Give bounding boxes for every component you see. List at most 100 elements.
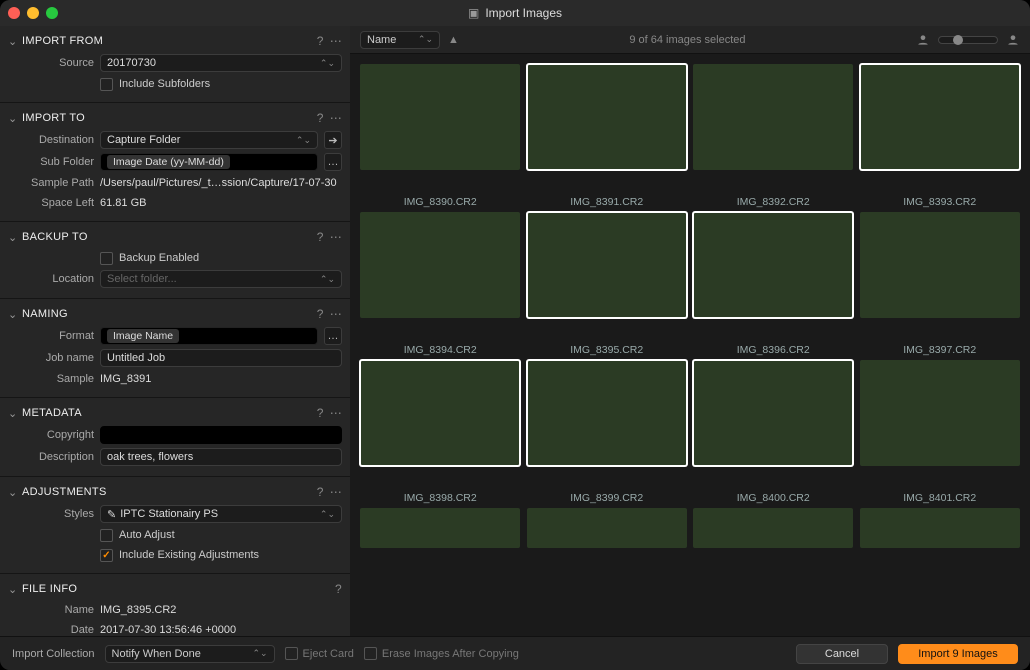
thumbnail[interactable] (527, 508, 688, 548)
eject-card-label: Eject Card (303, 648, 354, 660)
title-bar: ▣ Import Images (0, 0, 1030, 26)
edit-icon[interactable]: … (324, 327, 342, 345)
eject-card-option[interactable]: Eject Card (285, 647, 354, 660)
thumbnail[interactable]: IMG_8390.CR2 (360, 64, 521, 208)
thumbnail-image[interactable] (860, 64, 1020, 170)
thumbnail[interactable]: IMG_8399.CR2 (527, 360, 688, 504)
include-subfolders-label: Include Subfolders (119, 78, 210, 90)
include-existing-checkbox[interactable] (100, 549, 113, 562)
cancel-button[interactable]: Cancel (796, 644, 888, 664)
panel-title: ADJUSTMENTS (22, 486, 311, 498)
location-placeholder: Select folder... (107, 273, 177, 285)
sort-select[interactable]: Name ⌃⌄ (360, 31, 440, 49)
erase-after-option[interactable]: Erase Images After Copying (364, 647, 519, 660)
sort-value: Name (367, 34, 396, 46)
chevron-down-icon[interactable]: ⌄ (8, 308, 18, 321)
thumbnail[interactable]: IMG_8396.CR2 (693, 212, 854, 356)
edit-icon[interactable]: … (324, 153, 342, 171)
copyright-input[interactable] (100, 426, 342, 444)
source-select[interactable]: 20170730 ⌃⌄ (100, 54, 342, 72)
help-icon[interactable]: ? (317, 406, 324, 420)
space-left-value: 61.81 GB (100, 197, 342, 209)
thumbnail-image[interactable] (527, 212, 687, 318)
thumbnail[interactable]: IMG_8391.CR2 (527, 64, 688, 208)
sub-folder-token: Image Date (yy-MM-dd) (107, 155, 230, 169)
thumbnail[interactable]: IMG_8400.CR2 (693, 360, 854, 504)
more-icon[interactable]: ⋯ (330, 111, 342, 125)
more-icon[interactable]: ⋯ (330, 230, 342, 244)
styles-select[interactable]: ✎ IPTC Stationairy PS ⌃⌄ (100, 505, 342, 523)
thumbnail-image[interactable] (860, 212, 1020, 318)
more-icon[interactable]: ⋯ (330, 485, 342, 499)
thumbnail-image[interactable] (860, 508, 1020, 548)
help-icon[interactable]: ? (317, 307, 324, 321)
thumbnail[interactable] (360, 508, 521, 548)
thumbnail-image[interactable] (360, 508, 520, 548)
thumbnail[interactable] (693, 508, 854, 548)
person-icon[interactable] (1006, 33, 1020, 47)
thumbnail[interactable]: IMG_8401.CR2 (860, 360, 1021, 504)
sub-folder-select[interactable]: Image Date (yy-MM-dd) (100, 153, 318, 171)
thumbnail[interactable] (860, 508, 1021, 548)
thumbnail-image[interactable] (360, 64, 520, 170)
fi-date-value: 2017-07-30 13:56:46 +0000 (100, 624, 342, 636)
more-icon[interactable]: ⋯ (330, 406, 342, 420)
pencil-icon: ✎ (107, 508, 116, 521)
thumbnail-image[interactable] (360, 360, 520, 466)
help-icon[interactable]: ? (317, 111, 324, 125)
chevron-down-icon[interactable]: ⌄ (8, 112, 18, 125)
thumbnail-caption: IMG_8393.CR2 (903, 196, 976, 208)
thumbnail-image[interactable] (693, 64, 853, 170)
thumbnail[interactable]: IMG_8397.CR2 (860, 212, 1021, 356)
thumbnail-image[interactable] (693, 508, 853, 548)
thumbnail-caption: IMG_8395.CR2 (570, 344, 643, 356)
thumbnail-grid[interactable]: IMG_8390.CR2IMG_8391.CR2IMG_8392.CR2IMG_… (350, 54, 1030, 636)
import-button[interactable]: Import 9 Images (898, 644, 1018, 664)
import-collection-select[interactable]: Notify When Done ⌃⌄ (105, 645, 275, 663)
thumbnail-size-slider[interactable] (938, 36, 998, 44)
sort-direction-icon[interactable]: ▲ (448, 34, 459, 46)
more-icon[interactable]: ⋯ (330, 307, 342, 321)
thumbnail-image[interactable] (527, 64, 687, 170)
chevron-down-icon[interactable]: ⌄ (8, 407, 18, 420)
location-select[interactable]: Select folder... ⌃⌄ (100, 270, 342, 288)
chevron-down-icon[interactable]: ⌄ (8, 35, 18, 48)
thumbnail[interactable]: IMG_8392.CR2 (693, 64, 854, 208)
thumbnail-image[interactable] (693, 360, 853, 466)
import-collection-label: Import Collection (12, 648, 95, 660)
thumbnail-image[interactable] (360, 212, 520, 318)
thumbnail-image[interactable] (693, 212, 853, 318)
help-icon[interactable]: ? (317, 230, 324, 244)
destination-label: Destination (8, 134, 94, 146)
help-icon[interactable]: ? (317, 485, 324, 499)
auto-adjust-checkbox[interactable] (100, 529, 113, 542)
fi-name-value: IMG_8395.CR2 (100, 604, 342, 616)
chevron-down-icon[interactable]: ⌄ (8, 583, 18, 596)
panel-backup-to: ⌄ BACKUP TO ? ⋯ Backup Enabled Location … (0, 221, 350, 298)
fi-name-label: Name (8, 604, 94, 616)
help-icon[interactable]: ? (317, 34, 324, 48)
panel-naming: ⌄ NAMING ? ⋯ Format Image Name … Job nam… (0, 298, 350, 397)
more-icon[interactable]: ⋯ (330, 34, 342, 48)
thumbnail[interactable]: IMG_8398.CR2 (360, 360, 521, 504)
source-value: 20170730 (107, 57, 156, 69)
arrow-right-icon[interactable]: ➔ (324, 131, 342, 149)
format-select[interactable]: Image Name (100, 327, 318, 345)
job-name-input[interactable]: Untitled Job (100, 349, 342, 367)
thumbnail-image[interactable] (527, 360, 687, 466)
erase-after-checkbox[interactable] (364, 647, 377, 660)
thumbnail[interactable]: IMG_8394.CR2 (360, 212, 521, 356)
include-subfolders-checkbox[interactable] (100, 78, 113, 91)
description-input[interactable]: oak trees, flowers (100, 448, 342, 466)
thumbnail-image[interactable] (527, 508, 687, 548)
backup-enabled-checkbox[interactable] (100, 252, 113, 265)
thumbnail-image[interactable] (860, 360, 1020, 466)
thumbnail[interactable]: IMG_8395.CR2 (527, 212, 688, 356)
destination-select[interactable]: Capture Folder ⌃⌄ (100, 131, 318, 149)
chevron-down-icon[interactable]: ⌄ (8, 231, 18, 244)
eject-card-checkbox[interactable] (285, 647, 298, 660)
chevron-down-icon[interactable]: ⌄ (8, 486, 18, 499)
person-icon[interactable] (916, 33, 930, 47)
thumbnail[interactable]: IMG_8393.CR2 (860, 64, 1021, 208)
help-icon[interactable]: ? (335, 582, 342, 596)
